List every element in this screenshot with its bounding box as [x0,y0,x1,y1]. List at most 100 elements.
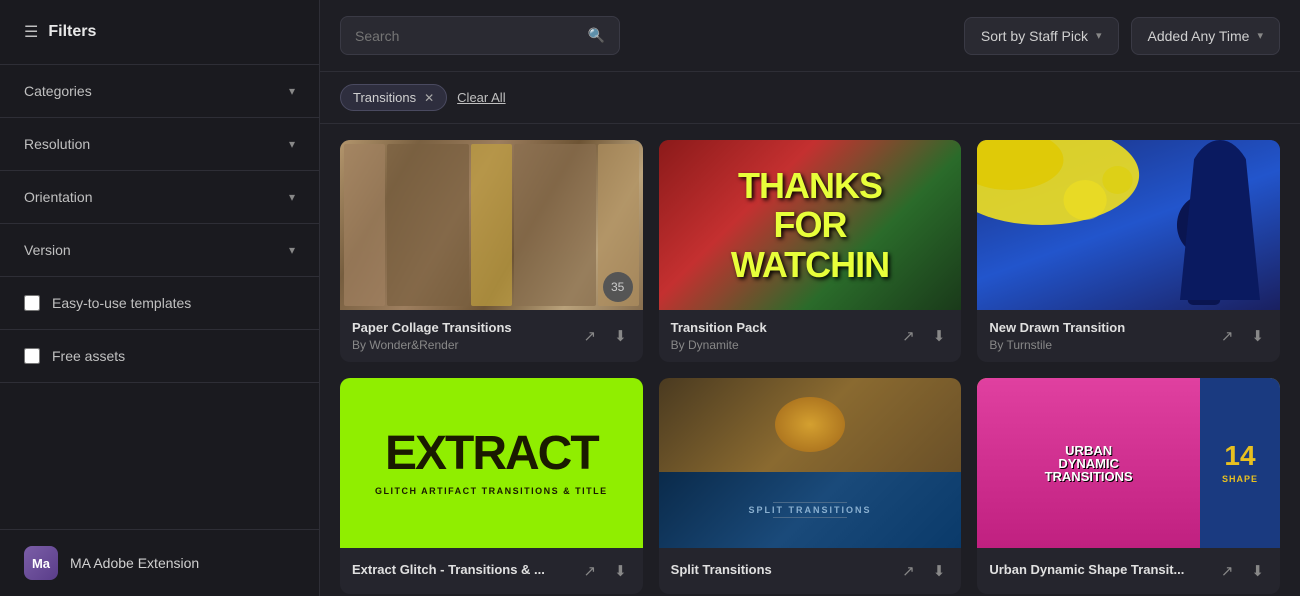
transitions-tag-label: Transitions [353,90,416,105]
filter-icon: ☰ [24,22,38,42]
card-paper-collage[interactable]: 35 Paper Collage Transitions By Wonder&R… [340,140,643,362]
sidebar-item-resolution[interactable]: Resolution ▾ [0,118,319,171]
dog-shape [775,397,845,452]
card-title-new-drawn: New Drawn Transition [989,320,1217,335]
card-actions-new-drawn: ↗ ⬇ [1217,323,1268,349]
added-label: Added Any Time [1148,28,1250,44]
search-box[interactable]: 🔍 [340,16,620,55]
card-author-transition-pack: By Dynamite [671,338,899,352]
split-upper [659,378,962,472]
card-text-urban-dynamic: Urban Dynamic Shape Transit... [989,562,1217,580]
download-button-new-drawn[interactable]: ⬇ [1247,323,1268,349]
card-info-transition-pack: Transition Pack By Dynamite ↗ ⬇ [659,310,962,362]
sort-label: Sort by Staff Pick [981,28,1088,44]
resolution-label: Resolution [24,136,90,152]
urban-title-urban: URBAN [1065,444,1112,457]
card-text-transition-pack: Transition Pack By Dynamite [671,320,899,352]
split-label: SPLIT TRANSITIONS [748,505,871,515]
top-bar: 🔍 Sort by Staff Pick ▾ Added Any Time ▾ [320,0,1300,72]
thumb-urban: URBAN DYNAMIC TRANSITIONS 14 SHAPE [977,378,1280,548]
card-title-paper-collage: Paper Collage Transitions [352,320,580,335]
user-section: Ma MA Adobe Extension [0,529,319,596]
urban-shape-label: SHAPE [1222,474,1258,484]
chevron-down-icon: ▾ [289,190,295,204]
card-text-extract-glitch: Extract Glitch - Transitions & ... [352,562,580,580]
card-title-split-transitions: Split Transitions [671,562,899,577]
card-title-extract-glitch: Extract Glitch - Transitions & ... [352,562,580,577]
avatar-initials: Ma [32,556,50,571]
card-transition-pack[interactable]: THANKSFORWATCHIN Transition Pack By Dyna… [659,140,962,362]
added-dropdown[interactable]: Added Any Time ▾ [1131,17,1280,55]
thumb-transition-pack: THANKSFORWATCHIN [659,140,962,310]
card-new-drawn[interactable]: New Drawn Transition By Turnstile ↗ ⬇ [977,140,1280,362]
card-actions-split-transitions: ↗ ⬇ [898,558,949,584]
card-title-transition-pack: Transition Pack [671,320,899,335]
orientation-label: Orientation [24,189,92,205]
share-button-new-drawn[interactable]: ↗ [1217,323,1238,349]
thumb-split: SPLIT TRANSITIONS [659,378,962,548]
sidebar: ☰ Filters Categories ▾ Resolution ▾ Orie… [0,0,320,596]
sidebar-item-categories[interactable]: Categories ▾ [0,65,319,118]
chevron-down-icon: ▾ [289,243,295,257]
avatar: Ma [24,546,58,580]
filter-tags-row: Transitions ✕ Clear All [320,72,1300,124]
card-info-extract-glitch: Extract Glitch - Transitions & ... ↗ ⬇ [340,548,643,594]
urban-right-panel: 14 SHAPE [1200,378,1280,548]
card-text-split-transitions: Split Transitions [671,562,899,580]
free-assets-checkbox[interactable] [24,348,40,364]
card-info-split-transitions: Split Transitions ↗ ⬇ [659,548,962,594]
card-split-transitions[interactable]: SPLIT TRANSITIONS Split Transitions ↗ ⬇ [659,378,962,594]
card-text-paper-collage: Paper Collage Transitions By Wonder&Rend… [352,320,580,352]
card-text-new-drawn: New Drawn Transition By Turnstile [989,320,1217,352]
share-button-extract-glitch[interactable]: ↗ [580,558,601,584]
clear-all-button[interactable]: Clear All [457,90,505,105]
share-button-transition-pack[interactable]: ↗ [898,323,919,349]
card-info-new-drawn: New Drawn Transition By Turnstile ↗ ⬇ [977,310,1280,362]
urban-dynamic-label: DYNAMIC [1058,457,1119,470]
added-chevron-icon: ▾ [1257,29,1263,42]
sidebar-item-orientation[interactable]: Orientation ▾ [0,171,319,224]
sort-dropdown[interactable]: Sort by Staff Pick ▾ [964,17,1119,55]
user-name: MA Adobe Extension [70,555,199,571]
card-title-urban-dynamic: Urban Dynamic Shape Transit... [989,562,1217,577]
search-icon: 🔍 [588,27,605,44]
card-actions-urban-dynamic: ↗ ⬇ [1217,558,1268,584]
card-actions-paper-collage: ↗ ⬇ [580,323,631,349]
filters-title: Filters [48,23,96,41]
sidebar-item-version[interactable]: Version ▾ [0,224,319,277]
easy-to-use-checkbox[interactable] [24,295,40,311]
card-urban-dynamic[interactable]: URBAN DYNAMIC TRANSITIONS 14 SHAPE Urban… [977,378,1280,594]
card-info-paper-collage: Paper Collage Transitions By Wonder&Rend… [340,310,643,362]
download-button-extract-glitch[interactable]: ⬇ [610,558,631,584]
share-button-urban-dynamic[interactable]: ↗ [1217,558,1238,584]
sort-chevron-icon: ▾ [1096,29,1102,42]
download-button-urban-dynamic[interactable]: ⬇ [1247,558,1268,584]
card-author-paper-collage: By Wonder&Render [352,338,580,352]
main-content: 🔍 Sort by Staff Pick ▾ Added Any Time ▾ … [320,0,1300,596]
split-lower: SPLIT TRANSITIONS [659,472,962,549]
free-assets-section: Free assets [0,330,319,383]
urban-transitions-label: TRANSITIONS [1045,470,1133,483]
filters-header: ☰ Filters [0,0,319,65]
cards-grid: 35 Paper Collage Transitions By Wonder&R… [340,140,1280,594]
easy-to-use-templates-section: Easy-to-use templates [0,277,319,330]
remove-transitions-icon[interactable]: ✕ [424,91,434,105]
chevron-down-icon: ▾ [289,137,295,151]
chevron-down-icon: ▾ [289,84,295,98]
download-button-transition-pack[interactable]: ⬇ [929,323,950,349]
download-button-paper-collage[interactable]: ⬇ [610,323,631,349]
card-author-new-drawn: By Turnstile [989,338,1217,352]
transitions-tag[interactable]: Transitions ✕ [340,84,447,111]
grid-area: 35 Paper Collage Transitions By Wonder&R… [320,124,1300,596]
free-assets-label: Free assets [52,348,125,364]
card-actions-extract-glitch: ↗ ⬇ [580,558,631,584]
version-label: Version [24,242,71,258]
share-button-paper-collage[interactable]: ↗ [580,323,601,349]
share-button-split-transitions[interactable]: ↗ [898,558,919,584]
card-extract-glitch[interactable]: EXTRACT GLITCH ARTIFACT TRANSITIONS & TI… [340,378,643,594]
easy-to-use-label: Easy-to-use templates [52,295,191,311]
search-input[interactable] [355,28,578,44]
thumb-extract: EXTRACT GLITCH ARTIFACT TRANSITIONS & TI… [340,378,643,548]
urban-number-badge: 14 [1224,442,1255,470]
download-button-split-transitions[interactable]: ⬇ [929,558,950,584]
